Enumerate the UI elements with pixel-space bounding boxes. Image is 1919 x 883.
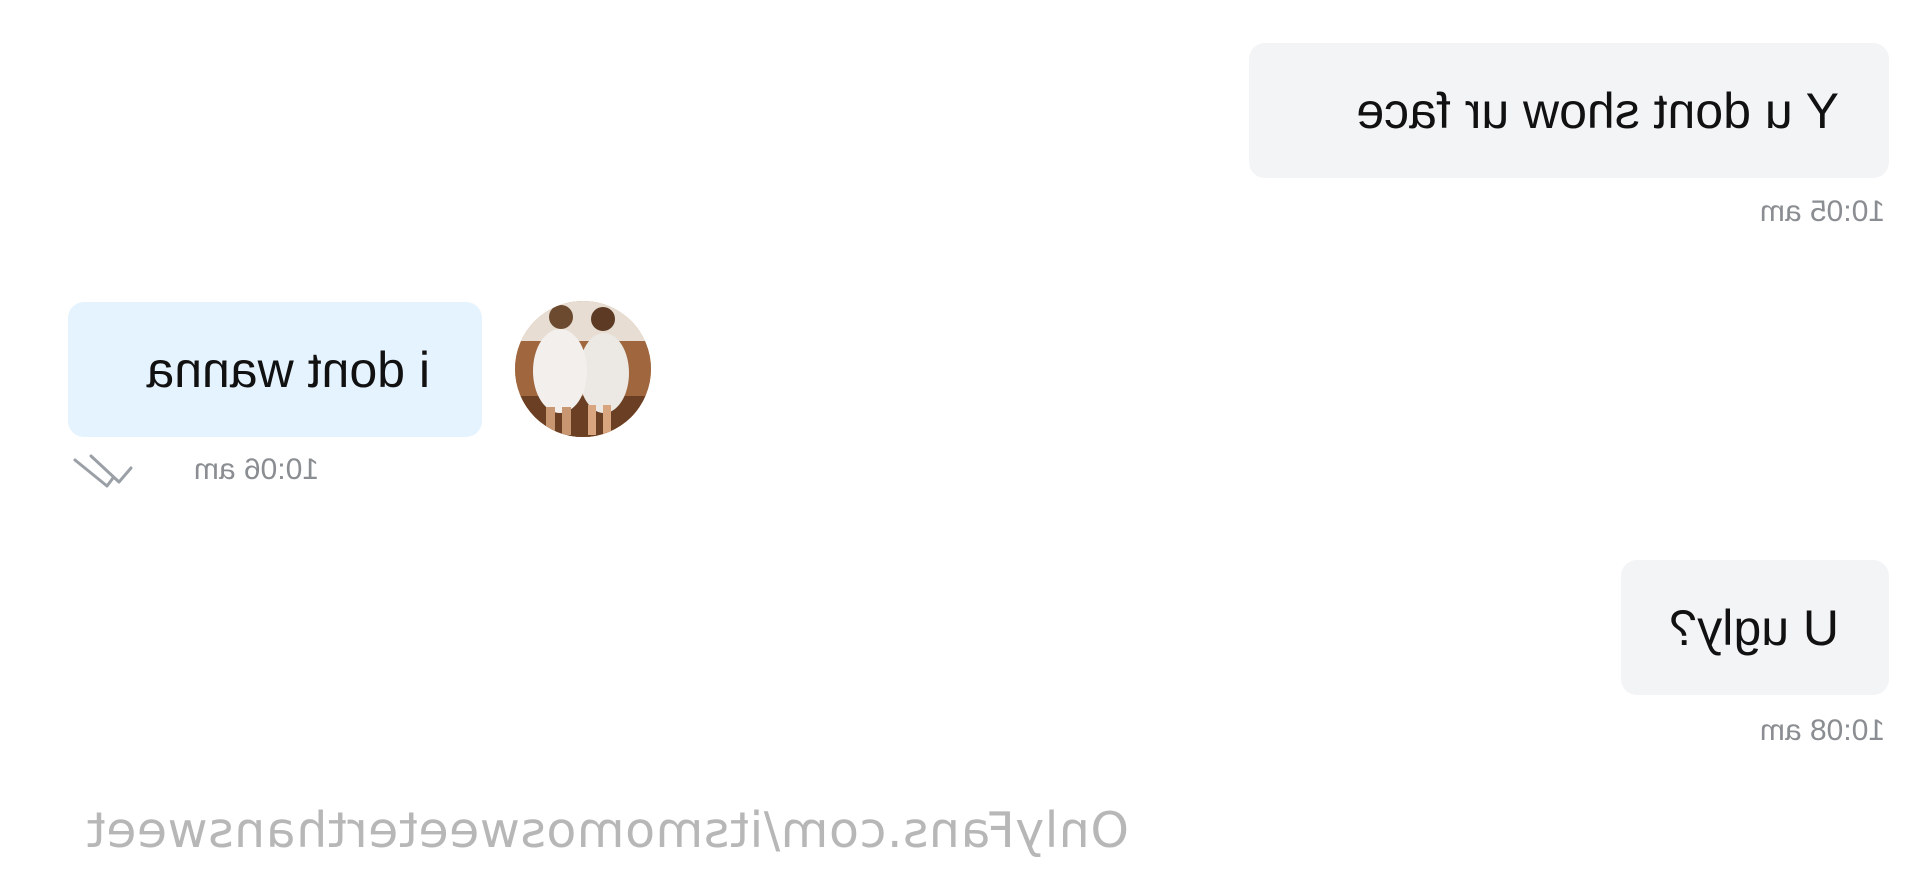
message-bubble-received[interactable]: Y u dont show ur face [1249,43,1889,178]
message-bubble-sent[interactable]: i dont wanna [68,302,482,437]
sender-avatar[interactable] [515,301,651,437]
message-timestamp: 10:06 am [193,453,319,486]
message-text: Y u dont show ur face [1356,82,1839,139]
message-bubble-received[interactable]: U ugly? [1621,560,1889,695]
message-timestamp: 10:05 am [1759,195,1885,228]
double-check-icon [73,454,133,488]
avatar-photo-icon [515,301,651,437]
chat-thread: Y u dont show ur face 10:05 am i dont wa… [0,0,1919,883]
message-timestamp: 10:08 am [1759,714,1885,747]
message-text: U ugly? [1669,599,1839,656]
watermark: OnlyFans.com/itsmomosweeterthansweet [86,802,1129,859]
message-text: i dont wanna [146,341,430,398]
